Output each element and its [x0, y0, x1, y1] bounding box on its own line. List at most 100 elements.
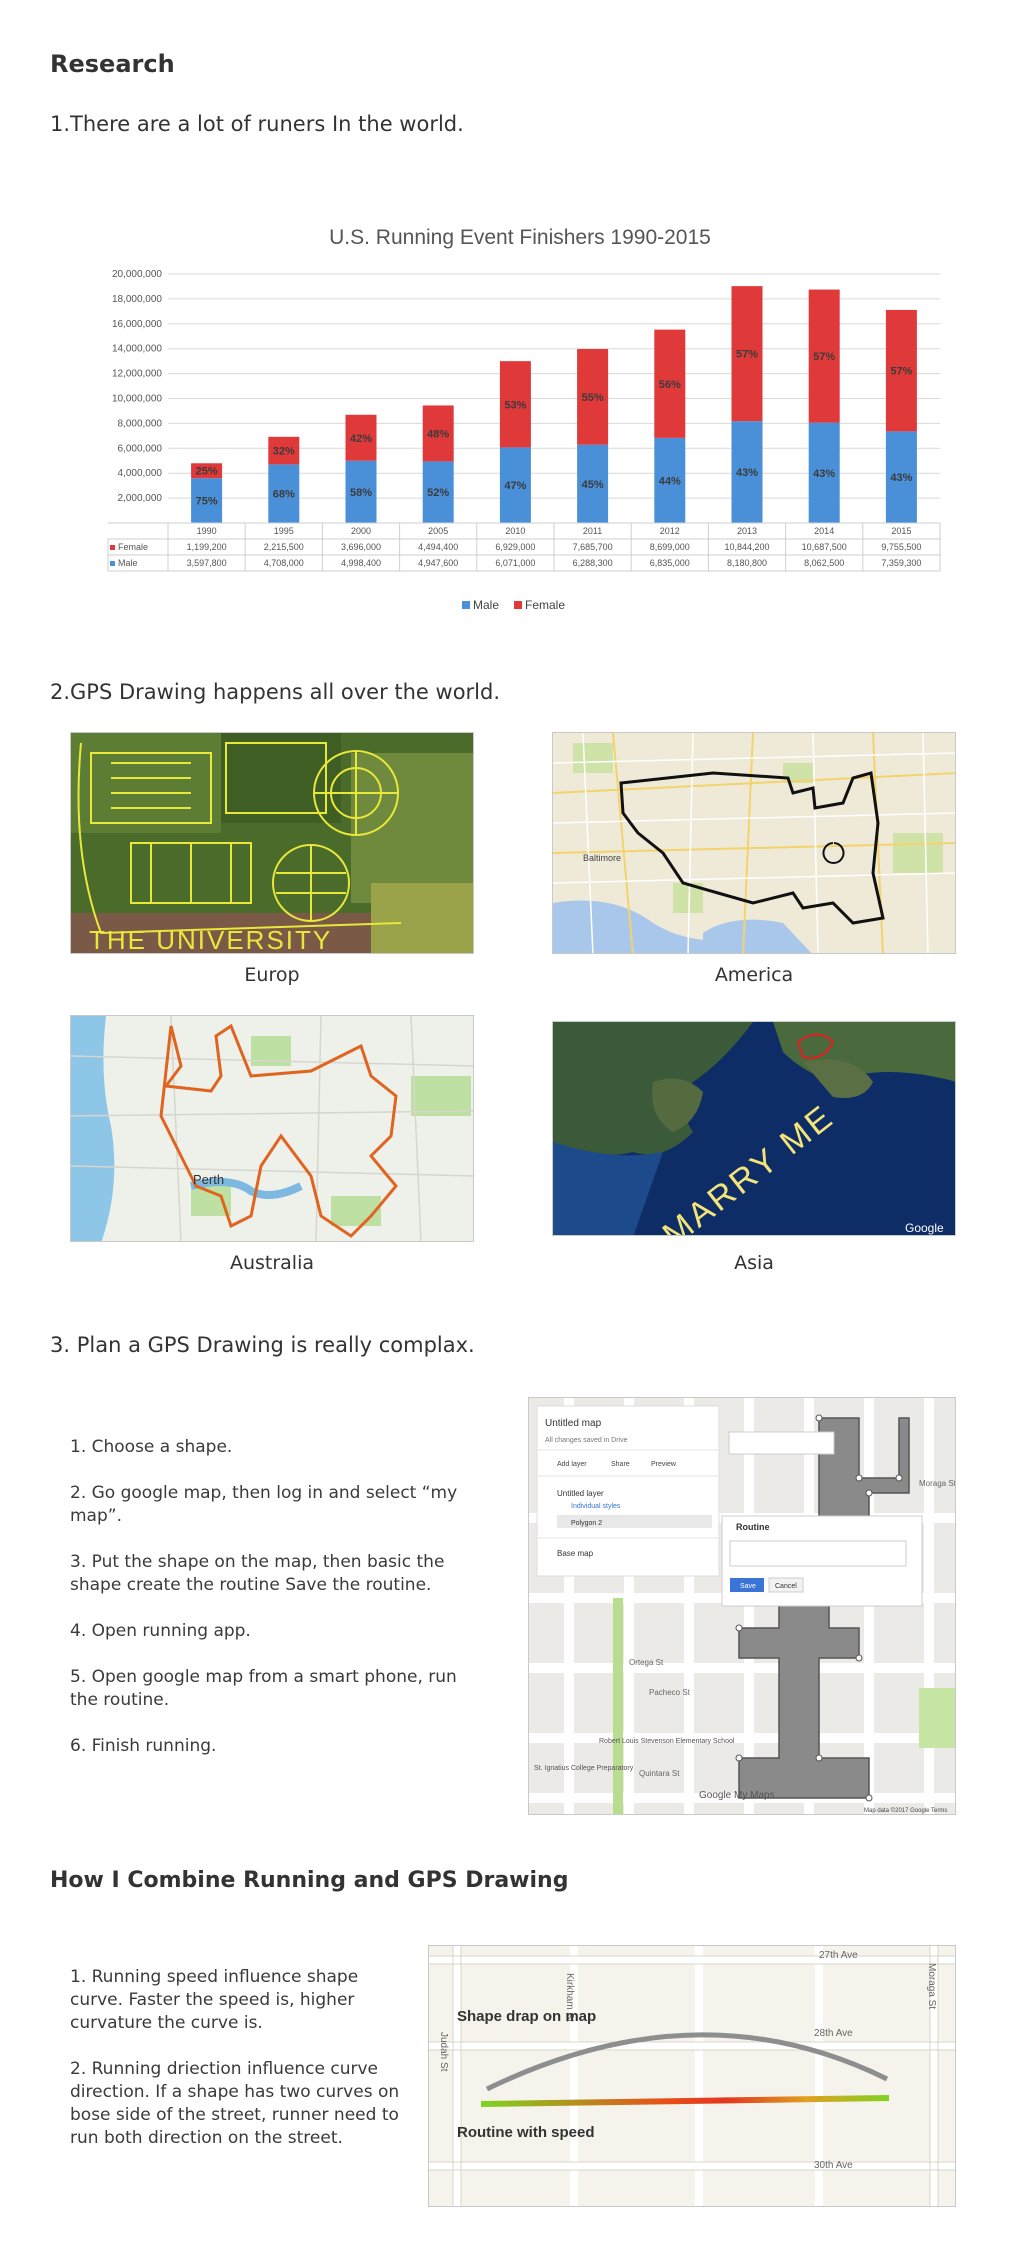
map-title: Untitled map	[545, 1418, 602, 1429]
table-cell: 10,844,200	[724, 542, 769, 552]
bar-label: 43%	[813, 468, 835, 480]
table-cell: 2014	[814, 526, 834, 536]
legend-label: Female	[525, 598, 565, 612]
section-4-heading: How I Combine Running and GPS Drawing	[50, 1868, 569, 1893]
y-tick-label: 20,000,000	[112, 269, 162, 280]
step-item: 3. Put the shape on the map, then basic …	[70, 1552, 445, 1595]
section-3-heading: 3. Plan a GPS Drawing is really complax.	[50, 1333, 475, 1357]
y-tick-label: 4,000,000	[118, 468, 163, 479]
legend-label: Male	[473, 598, 499, 612]
bar-label: 44%	[659, 475, 681, 487]
map-place-label: St. Ignatius College Preparatory	[534, 1765, 634, 1772]
map-footer: Map data ©2017 Google Terms	[864, 1807, 947, 1814]
bar-label: 42%	[350, 433, 372, 445]
table-cell: 3,597,800	[187, 558, 227, 568]
bar-label: 57%	[890, 366, 912, 378]
europe-gps-image: THE UNIVERSITY	[70, 732, 474, 954]
table-cell: 9,755,500	[881, 542, 921, 552]
bar-label: 57%	[736, 349, 758, 361]
my-maps-logo: Google My Maps	[699, 1790, 775, 1801]
table-cell: 3,696,000	[341, 542, 381, 552]
y-tick-label: 18,000,000	[112, 294, 162, 305]
map-street-label: Pacheco St	[649, 1688, 691, 1697]
bar-label: 45%	[582, 479, 604, 491]
map-place-label: Robert Louis Stevenson Elementary School	[599, 1738, 735, 1745]
america-gps-image: Baltimore	[552, 732, 956, 954]
table-cell: 7,359,300	[881, 558, 921, 568]
table-cell: 6,288,300	[573, 558, 613, 568]
australia-caption: Australia	[229, 1252, 315, 1274]
page-title: Research	[50, 50, 175, 78]
bar-label: 52%	[427, 487, 449, 499]
australia-gps-image: Perth	[70, 1015, 474, 1242]
table-row-label: Female	[118, 542, 148, 552]
table-cell: 2010	[505, 526, 525, 536]
y-tick-label: 10,000,000	[112, 394, 162, 405]
table-cell: 8,062,500	[804, 558, 844, 568]
my-maps-screenshot: Moraga St Ortega St Pacheco St Quintara …	[528, 1397, 956, 1815]
y-tick-label: 8,000,000	[118, 418, 163, 429]
bar-label: 56%	[659, 379, 681, 391]
australia-map-label: Perth	[193, 1172, 224, 1187]
step-item: 1. Choose a shape.	[70, 1437, 233, 1457]
map-street-label: Ortega St	[629, 1658, 664, 1667]
table-cell: 4,947,600	[418, 558, 458, 568]
map-street-label: Moraga St	[919, 1479, 956, 1488]
bar-label: 57%	[813, 351, 835, 363]
america-caption: America	[714, 964, 794, 986]
asia-caption: Asia	[734, 1252, 774, 1274]
table-legend-key	[110, 561, 115, 566]
share-button: Share	[611, 1461, 630, 1468]
table-cell: 6,835,000	[650, 558, 690, 568]
table-cell: 2013	[737, 526, 757, 536]
dialog-save-button: Save	[740, 1583, 756, 1590]
bar-label: 53%	[504, 399, 526, 411]
street-label: Judah St	[438, 2032, 449, 2072]
step-item: 4. Open running app.	[70, 1621, 251, 1641]
layer-name: Untitled layer	[557, 1489, 604, 1498]
table-cell: 8,180,800	[727, 558, 767, 568]
table-cell: 4,494,400	[418, 542, 458, 552]
asia-gps-image: MARRY ME Google	[552, 1021, 956, 1236]
y-tick-label: 6,000,000	[118, 443, 163, 454]
chart-title: U.S. Running Event Finishers 1990-2015	[329, 226, 711, 249]
chart-data-table: 1990 1995 2000 2005 2010 2011 2012 2013 2014 2015…	[107, 522, 941, 572]
add-layer-button: Add layer	[557, 1461, 587, 1468]
y-tick-label: 16,000,000	[112, 319, 162, 330]
street-label: 28th Ave	[814, 2028, 853, 2039]
street-label: 30th Ave	[814, 2160, 853, 2171]
table-legend-key	[110, 545, 115, 550]
bar-label: 43%	[736, 467, 758, 479]
chart-legend: Male Female	[462, 598, 565, 612]
america-map-label: Baltimore	[583, 853, 621, 863]
combine-point: 1. Running speed influence shape curve. …	[70, 1967, 359, 2033]
running-finishers-chart: U.S. Running Event Finishers 1990-2015 -…	[107, 226, 941, 612]
combine-points: 1. Running speed influence shape curve. …	[70, 1966, 400, 2173]
bar-label: 32%	[273, 446, 295, 458]
bar-label: 43%	[890, 472, 912, 484]
google-watermark: Google	[905, 1221, 944, 1235]
map-saved-status: All changes saved in Drive	[545, 1437, 628, 1444]
step-item: 5. Open google map from a smart phone, r…	[70, 1667, 457, 1710]
legend-key	[514, 601, 522, 609]
dialog-cancel-button: Cancel	[775, 1583, 797, 1590]
bar-label: 68%	[273, 489, 295, 501]
table-cell: 4,708,000	[264, 558, 304, 568]
europe-caption: Europ	[244, 964, 300, 986]
street-label: Moraga St	[926, 1963, 937, 2009]
bar-label: 75%	[196, 496, 218, 508]
speed-curve-diagram: 27th Ave 28th Ave 30th Ave Judah St Kirk…	[428, 1945, 956, 2207]
table-cell: 10,687,500	[802, 542, 847, 552]
table-cell: 6,071,000	[495, 558, 535, 568]
map-street-label: Quintara St	[639, 1769, 680, 1778]
base-map-item: Base map	[557, 1549, 594, 1558]
bar-label: 47%	[504, 480, 526, 492]
chart-bars: 75% 25% 68% 32% 58% 42% 52% 48% 47% 53% 45% 55% 44% 5…	[191, 286, 917, 523]
step-item: 6. Finish running.	[70, 1736, 217, 1756]
combine-point: 2. Running driection influence curve dir…	[70, 2059, 400, 2148]
preview-button: Preview	[651, 1461, 677, 1468]
table-cell: 4,998,400	[341, 558, 381, 568]
shape-label: Shape drap on map	[457, 2008, 596, 2025]
y-tick-label: 2,000,000	[118, 493, 163, 504]
section-2-heading: 2.GPS Drawing happens all over the world…	[50, 680, 501, 704]
